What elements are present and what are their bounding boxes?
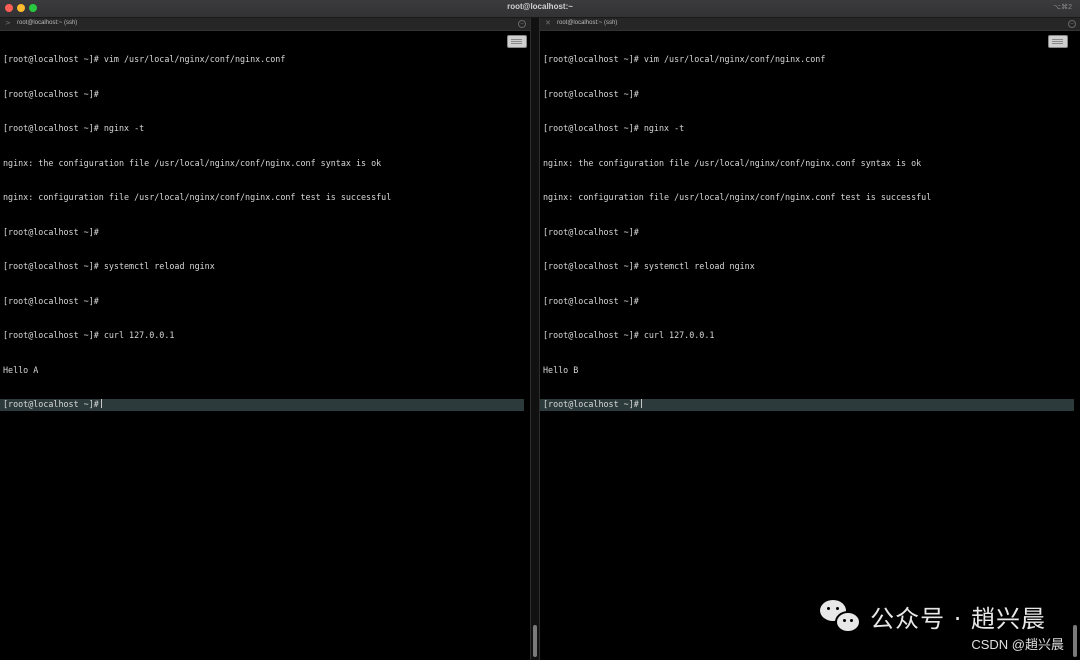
terminal-line: [root@localhost ~]# bbox=[3, 295, 99, 306]
right-terminal-output[interactable]: [root@localhost ~]# vim /usr/local/nginx… bbox=[540, 31, 1074, 434]
terminal-line: [root@localhost ~]# bbox=[543, 88, 639, 99]
left-tab[interactable]: > root@localhost:~ (ssh) − bbox=[0, 18, 530, 31]
left-tab-options-icon[interactable]: − bbox=[518, 20, 526, 28]
terminal-line: nginx: configuration file /usr/local/ngi… bbox=[543, 192, 932, 202]
csdn-credit: CSDN @趙兴晨 bbox=[971, 637, 1064, 652]
right-scrollbar[interactable] bbox=[1073, 625, 1077, 657]
terminal-line: nginx: configuration file /usr/local/ngi… bbox=[3, 192, 392, 202]
text-cursor bbox=[640, 399, 642, 408]
prompt: [root@localhost ~]# bbox=[3, 399, 99, 409]
text-cursor bbox=[100, 399, 102, 408]
terminal-line: [root@localhost ~]# bbox=[3, 226, 99, 237]
terminal-line: [root@localhost ~]# systemctl reload ngi… bbox=[3, 261, 215, 271]
watermark: 公众号 · 趙兴晨 bbox=[820, 596, 1046, 636]
terminal-line: [root@localhost ~]# vim /usr/local/nginx… bbox=[543, 54, 826, 64]
current-prompt-line[interactable]: [root@localhost ~]# bbox=[0, 399, 524, 411]
terminal-line: Hello B bbox=[543, 364, 579, 375]
right-tab-label: root@localhost:~ (ssh) bbox=[557, 20, 618, 26]
pane-divider[interactable] bbox=[530, 18, 540, 660]
terminal-line: [root@localhost ~]# curl 127.0.0.1 bbox=[543, 330, 715, 340]
terminal-line: [root@localhost ~]# bbox=[543, 226, 639, 237]
window-shortcut: ⌥⌘2 bbox=[1053, 4, 1072, 11]
terminal-line: Hello A bbox=[3, 364, 39, 375]
terminal-line: [root@localhost ~]# curl 127.0.0.1 bbox=[3, 330, 175, 340]
close-x-icon[interactable]: ✕ bbox=[545, 19, 551, 27]
current-prompt-line[interactable]: [root@localhost ~]# bbox=[540, 399, 1074, 411]
terminal-chevron-icon: > bbox=[5, 19, 11, 27]
terminal-window: root@localhost:~ ⌥⌘2 > root@localhost:~ … bbox=[0, 0, 1080, 660]
wechat-logo-icon bbox=[820, 598, 862, 634]
watermark-text: 公众号 · 趙兴晨 bbox=[870, 604, 1046, 633]
left-scrollbar[interactable] bbox=[533, 625, 537, 657]
right-terminal-pane[interactable]: ✕ root@localhost:~ (ssh) − [root@localho… bbox=[540, 18, 1080, 660]
terminal-line: [root@localhost ~]# systemctl reload ngi… bbox=[543, 261, 755, 271]
left-tab-label: root@localhost:~ (ssh) bbox=[17, 20, 78, 26]
title-bar: root@localhost:~ ⌥⌘2 bbox=[0, 0, 1080, 18]
terminal-line: [root@localhost ~]# vim /usr/local/nginx… bbox=[3, 54, 286, 64]
window-title: root@localhost:~ bbox=[507, 2, 573, 11]
terminal-line: nginx: the configuration file /usr/local… bbox=[3, 157, 382, 168]
right-tab-options-icon[interactable]: − bbox=[1068, 20, 1076, 28]
prompt: [root@localhost ~]# bbox=[543, 399, 639, 409]
terminal-line: [root@localhost ~]# nginx -t bbox=[543, 123, 685, 133]
terminal-line: [root@localhost ~]# bbox=[3, 88, 99, 99]
terminal-line: nginx: the configuration file /usr/local… bbox=[543, 157, 922, 168]
right-tab[interactable]: ✕ root@localhost:~ (ssh) − bbox=[540, 18, 1080, 31]
left-terminal-output[interactable]: [root@localhost ~]# vim /usr/local/nginx… bbox=[0, 31, 524, 434]
left-terminal-pane[interactable]: > root@localhost:~ (ssh) − [root@localho… bbox=[0, 18, 530, 660]
terminal-line: [root@localhost ~]# bbox=[543, 295, 639, 306]
terminal-line: [root@localhost ~]# nginx -t bbox=[3, 123, 145, 133]
